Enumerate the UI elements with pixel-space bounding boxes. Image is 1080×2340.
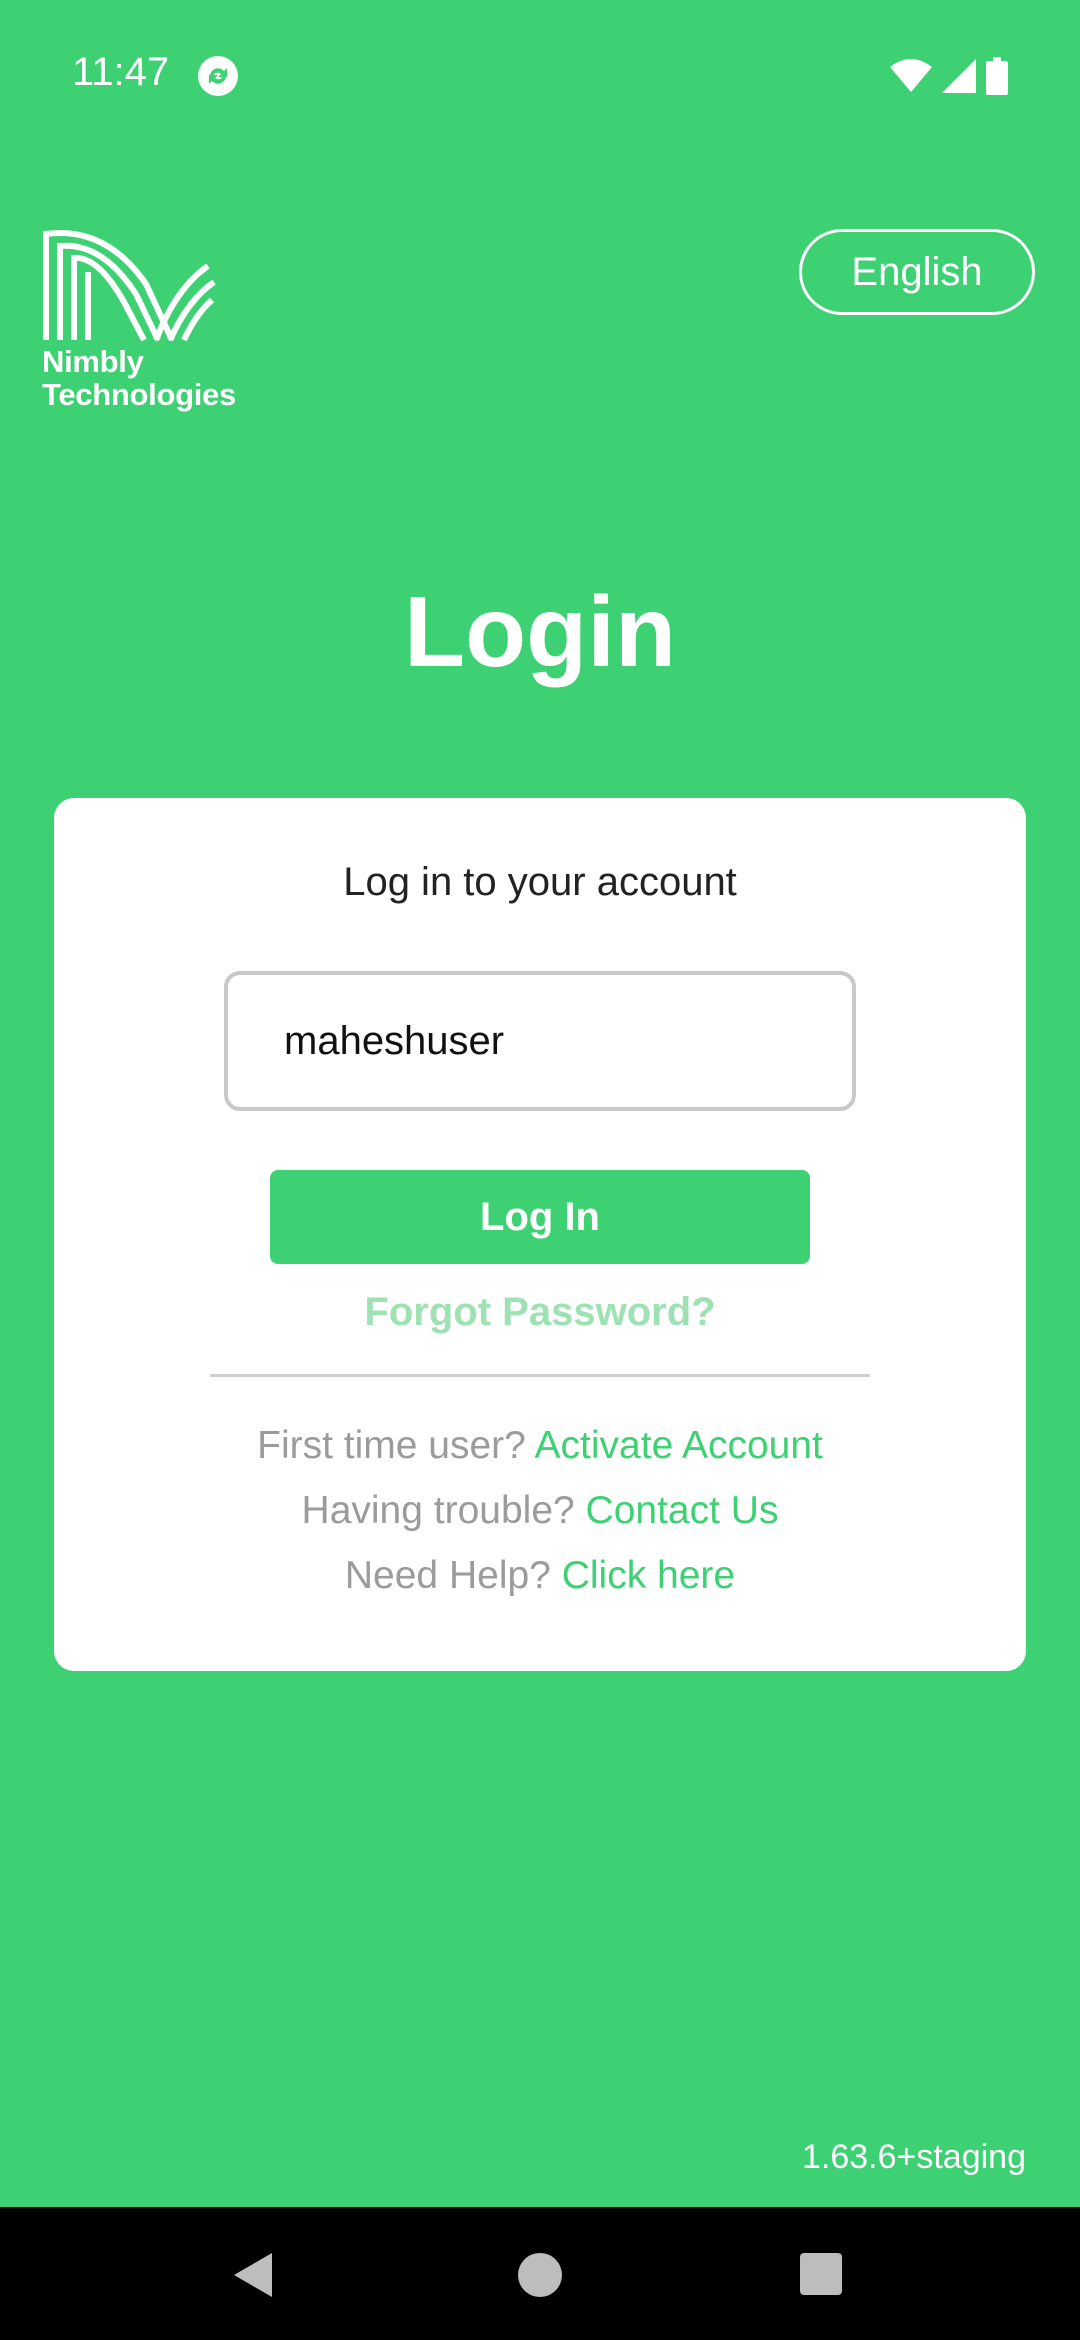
help-line-help: Need Help? Click here (54, 1554, 1026, 1598)
language-button[interactable]: English (799, 229, 1035, 315)
click-here-link[interactable]: Click here (562, 1554, 735, 1597)
navigation-bar (0, 2207, 1080, 2340)
page-title: Login (403, 576, 677, 688)
home-icon[interactable] (518, 2253, 562, 2297)
status-bar: 11:47 (0, 0, 1080, 150)
help-prefix: First time user? (257, 1424, 535, 1467)
forgot-password-link[interactable]: Forgot Password? (54, 1290, 1026, 1335)
card-subtitle: Log in to your account (343, 860, 737, 904)
brand-line1: Nimbly (42, 344, 144, 379)
back-icon[interactable] (234, 2253, 272, 2297)
help-line-contact: Having trouble? Contact Us (54, 1489, 1026, 1533)
app-version: 1.63.6+staging (801, 2138, 1026, 2176)
sync-icon (198, 56, 238, 96)
recents-icon[interactable] (800, 2253, 842, 2295)
signal-icon (942, 59, 976, 93)
help-line-activate: First time user? Activate Account (54, 1424, 1026, 1468)
brand-line2: Technologies (42, 377, 236, 412)
contact-us-link[interactable]: Contact Us (586, 1489, 779, 1532)
divider (210, 1374, 870, 1377)
status-time: 11:47 (72, 50, 170, 94)
activate-account-link[interactable]: Activate Account (535, 1424, 823, 1467)
login-card: Log in to your account Log In Forgot Pas… (54, 798, 1026, 1671)
username-input[interactable] (224, 971, 856, 1111)
brand-name: Nimbly Technologies (42, 345, 236, 411)
status-icons (890, 54, 1008, 98)
wifi-icon (890, 59, 932, 92)
login-button[interactable]: Log In (270, 1170, 810, 1264)
help-prefix: Having trouble? (301, 1489, 586, 1532)
help-prefix: Need Help? (344, 1554, 562, 1597)
battery-icon (986, 57, 1008, 95)
